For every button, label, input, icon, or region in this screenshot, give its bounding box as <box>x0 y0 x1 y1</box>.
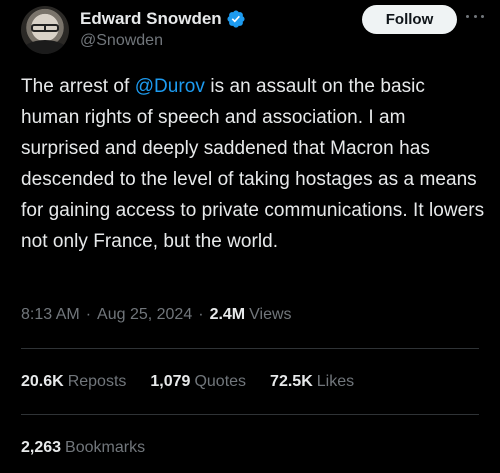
reposts-count: 20.6K <box>21 373 64 390</box>
avatar-glasses <box>31 24 59 32</box>
reposts-stat[interactable]: 20.6K Reposts <box>21 373 126 391</box>
more-options-icon[interactable] <box>466 11 484 21</box>
more-dot <box>481 14 484 18</box>
tweet-meta: 8:13 AM · Aug 25, 2024 · 2.4M Views <box>21 306 292 324</box>
reposts-label: Reposts <box>67 373 127 390</box>
likes-count: 72.5K <box>270 373 313 390</box>
meta-separator: · <box>85 306 92 323</box>
quotes-label: Quotes <box>194 373 247 390</box>
meta-separator: · <box>198 306 204 323</box>
more-dot <box>473 14 477 18</box>
tweet-text-rest: is an assault on the basic human rights … <box>21 76 485 252</box>
handle[interactable]: @Snowden <box>80 32 163 50</box>
follow-button[interactable]: Follow <box>362 5 457 34</box>
verified-badge-icon <box>227 10 245 28</box>
views-count: 2.4M <box>209 306 246 323</box>
bookmarks-label: Bookmarks <box>65 439 146 456</box>
tweet-time[interactable]: 8:13 AM <box>21 306 80 324</box>
mention-link[interactable]: @Durov <box>135 76 205 97</box>
likes-label: Likes <box>316 373 355 390</box>
name-row: Edward Snowden <box>80 7 246 31</box>
display-name[interactable]: Edward Snowden <box>80 9 222 29</box>
quotes-count: 1,079 <box>150 373 191 390</box>
bookmarks-stat[interactable]: 2,263 Bookmarks <box>21 439 145 457</box>
engagement-stats: 20.6K Reposts 1,079 Quotes 72.5K Likes <box>21 373 378 391</box>
quotes-stat[interactable]: 1,079 Quotes <box>150 373 246 391</box>
avatar-shoulders <box>21 40 69 54</box>
views-label: Views <box>249 306 292 323</box>
likes-stat[interactable]: 72.5K Likes <box>270 373 354 391</box>
avatar[interactable] <box>21 6 69 54</box>
tweet-header: Edward Snowden @Snowden Follow <box>0 0 500 64</box>
more-dot <box>466 14 469 18</box>
divider <box>21 414 479 415</box>
tweet-date[interactable]: Aug 25, 2024 <box>97 306 192 324</box>
divider <box>21 348 479 349</box>
tweet-text: The arrest of @Durov is an assault on th… <box>21 71 486 257</box>
tweet-text-start: The arrest of <box>21 76 135 97</box>
bookmarks-count: 2,263 <box>21 439 62 456</box>
